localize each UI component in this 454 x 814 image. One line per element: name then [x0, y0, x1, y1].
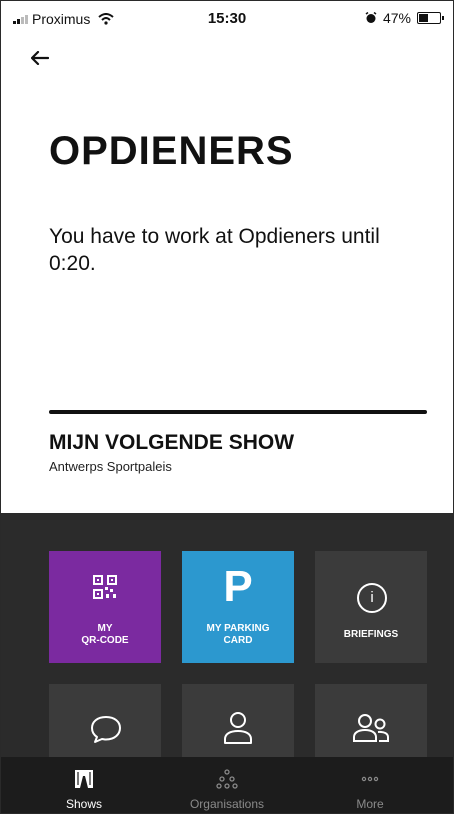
next-show-heading: MIJN VOLGENDE SHOW	[49, 431, 295, 454]
bottom-nav: Shows Organisations More	[1, 757, 453, 813]
next-show-venue: Antwerps Sportpaleis	[49, 459, 172, 474]
qr-tile-label-2: QR-CODE	[81, 635, 129, 646]
app-screen: Proximus 15:30 47% OPDIENERS You have to…	[0, 0, 454, 814]
nav-label-shows: Shows	[65, 797, 103, 811]
organisations-icon	[216, 769, 238, 789]
more-icon	[361, 776, 379, 782]
parking-tile-label-1: MY PARKING	[206, 623, 270, 634]
arrow-left-icon	[30, 50, 50, 66]
page-title: OPDIENERS	[49, 129, 294, 173]
nav-tab-more[interactable]: More	[295, 757, 445, 813]
qr-code-tile[interactable]: MY QR-CODE	[49, 551, 161, 663]
nav-tab-shows[interactable]: Shows	[9, 757, 159, 813]
chat-bubble-icon	[91, 716, 121, 743]
user-icon	[224, 712, 252, 744]
back-button[interactable]	[30, 47, 50, 69]
status-bar: Proximus 15:30 47%	[1, 1, 453, 35]
briefings-tile-label: BRIEFINGS	[343, 629, 399, 640]
briefings-tile[interactable]: i BRIEFINGS	[315, 551, 427, 663]
status-right: 47%	[365, 10, 444, 26]
parking-icon: P	[223, 562, 253, 611]
shows-icon	[75, 770, 93, 788]
users-icon	[353, 714, 389, 742]
alarm-icon	[365, 12, 377, 23]
section-divider	[49, 410, 427, 414]
work-message: You have to work at Opdieners until 0:20…	[49, 225, 380, 275]
nav-tab-organisations[interactable]: Organisations	[152, 757, 302, 813]
info-icon: i	[357, 583, 387, 613]
parking-card-tile[interactable]: P MY PARKING CARD	[182, 551, 294, 663]
qr-tile-label-1: MY	[97, 623, 113, 634]
nav-label-organisations: Organisations	[189, 797, 265, 811]
battery-icon	[417, 12, 444, 24]
parking-tile-label-2: CARD	[223, 635, 253, 646]
battery-percent: 47%	[382, 10, 411, 26]
qr-code-icon	[93, 575, 117, 599]
nav-label-more: More	[356, 797, 384, 811]
